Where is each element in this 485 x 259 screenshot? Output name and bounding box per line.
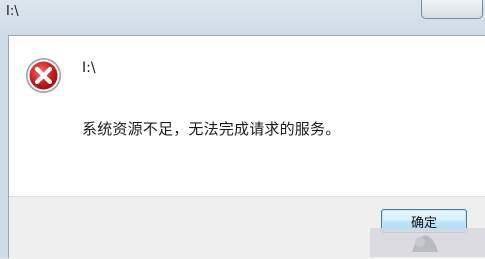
- message-heading: I:\: [82, 60, 96, 76]
- watermark-overlay: [370, 228, 485, 257]
- dialog-client-area: I:\ 系统资源不足，无法完成请求的服务。 确定: [8, 35, 485, 259]
- error-icon: [25, 57, 62, 94]
- message-area: I:\ 系统资源不足，无法完成请求的服务。: [9, 36, 485, 196]
- window-title: I:\: [6, 4, 19, 19]
- dialog-window: I:\ I:\ 系统资源不足，无法完成请求的服务。 确定: [0, 0, 485, 259]
- close-button[interactable]: [421, 0, 483, 19]
- error-message: 系统资源不足，无法完成请求的服务。: [82, 120, 341, 138]
